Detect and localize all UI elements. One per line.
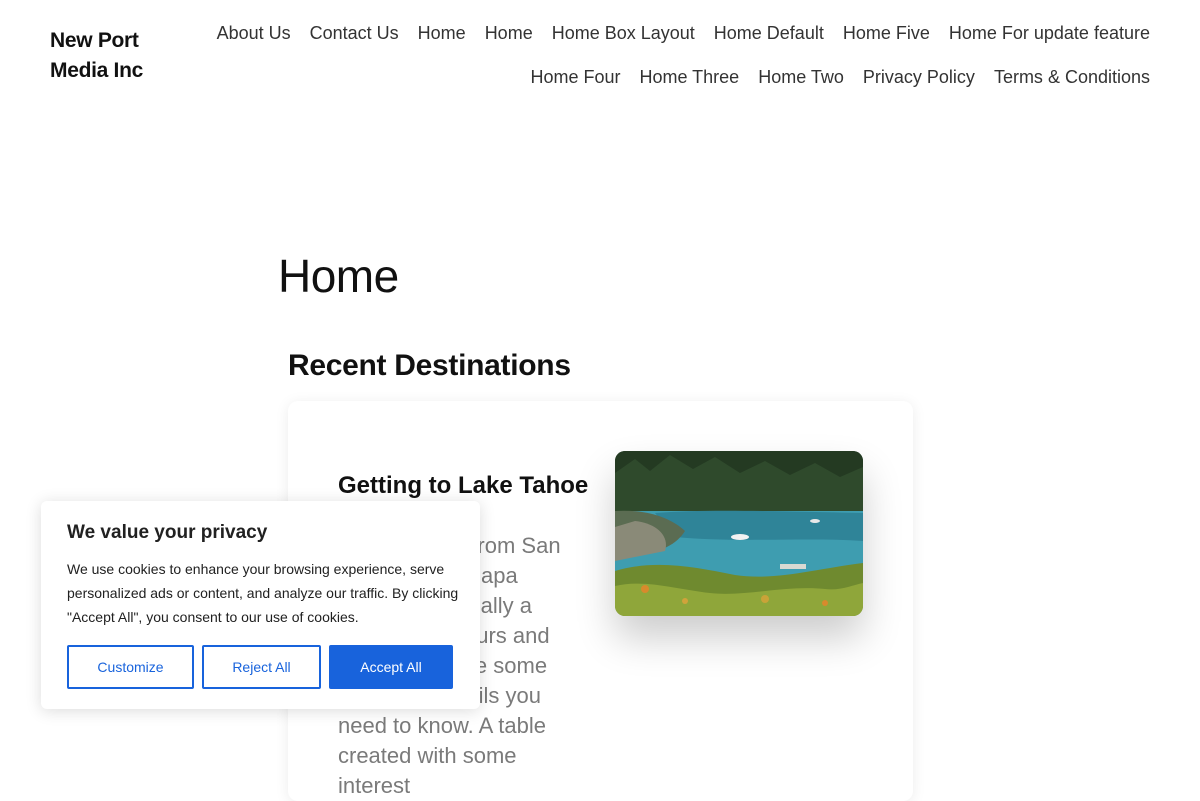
nav-home-three[interactable]: Home Three (639, 63, 739, 91)
nav-terms-conditions[interactable]: Terms & Conditions (994, 63, 1150, 91)
nav-contact-us[interactable]: Contact Us (310, 19, 399, 47)
nav-home-2[interactable]: Home (485, 19, 533, 47)
nav-home-two[interactable]: Home Two (758, 63, 844, 91)
post-title[interactable]: Getting to Lake Tahoe (338, 471, 588, 501)
customize-button[interactable]: Customize (67, 645, 194, 689)
section-heading: Recent Destinations (288, 349, 571, 382)
accept-all-button[interactable]: Accept All (329, 645, 453, 689)
post-image[interactable] (615, 451, 863, 616)
page-title: Home (278, 250, 399, 302)
nav-home[interactable]: Home (418, 19, 466, 47)
reject-all-button[interactable]: Reject All (202, 645, 321, 689)
site-title[interactable]: New Port Media Inc (50, 26, 170, 86)
cookie-consent-banner: We value your privacy We use cookies to … (41, 501, 480, 709)
cookie-title: We value your privacy (67, 522, 268, 543)
nav-home-four[interactable]: Home Four (530, 63, 620, 91)
nav-home-default[interactable]: Home Default (714, 19, 824, 47)
nav-about-us[interactable]: About Us (217, 19, 291, 47)
nav-privacy-policy[interactable]: Privacy Policy (863, 63, 975, 91)
nav-home-five[interactable]: Home Five (843, 19, 930, 47)
nav-home-box-layout[interactable]: Home Box Layout (552, 19, 695, 47)
primary-nav: About Us Contact Us Home Home Home Box L… (190, 19, 1150, 91)
nav-home-for-update-feature[interactable]: Home For update feature (949, 19, 1150, 47)
cookie-text: We use cookies to enhance your browsing … (67, 561, 459, 625)
